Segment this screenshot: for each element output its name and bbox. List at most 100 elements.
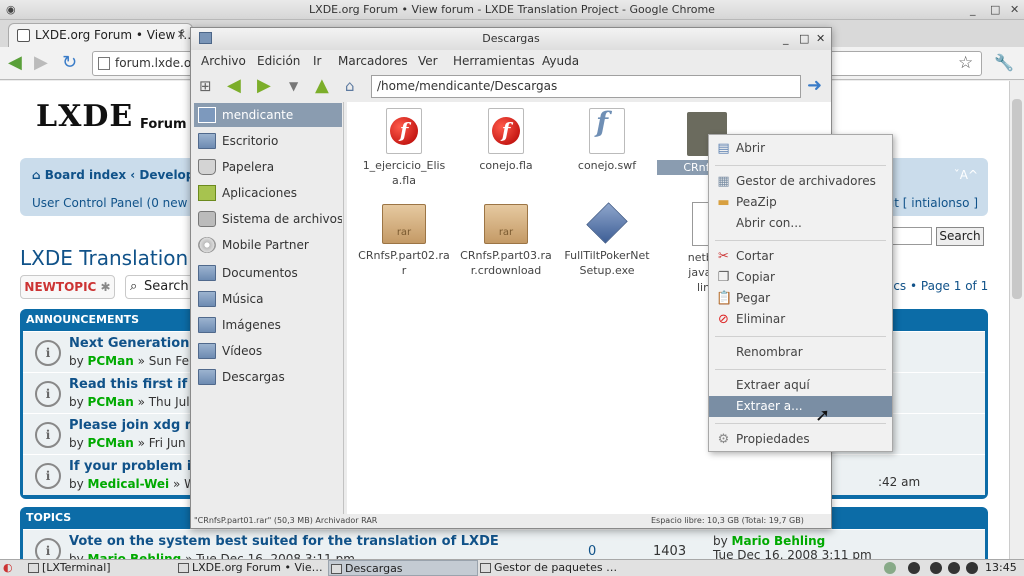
menu-item-renombrar[interactable]: Renombrar (709, 342, 892, 363)
browser-tab[interactable]: LXDE.org Forum • View f… ✕ (8, 23, 193, 47)
by-label: by (69, 354, 84, 368)
author-link[interactable]: PCMan (88, 436, 134, 450)
menu-item-label: Abrir (736, 141, 766, 155)
user-control-panel-link[interactable]: User Control Panel (0 new (32, 196, 187, 210)
menu-archivo[interactable]: Archivo (201, 51, 246, 71)
page-title[interactable]: LXDE Translation P (20, 246, 207, 270)
back-icon[interactable]: ◀ (227, 76, 241, 96)
forward-icon[interactable]: ▶ (34, 53, 48, 73)
go-icon[interactable]: ➜ (807, 76, 822, 96)
search-forum-input[interactable]: ⌕ Search (125, 275, 195, 299)
maximize-button[interactable]: □ (990, 0, 1000, 20)
menu-edicion[interactable]: Edición (257, 51, 300, 71)
logout-link[interactable]: out [ intialonso ] (879, 196, 978, 210)
tray-icon[interactable] (948, 562, 960, 574)
close-button[interactable]: ✕ (816, 28, 825, 50)
file-manager-titlebar: Descargas _ □ ✕ (191, 28, 831, 50)
clock[interactable]: 13:45 (985, 560, 1017, 576)
menu-item-extraer-aqu[interactable]: Extraer aquí (709, 375, 892, 396)
back-icon[interactable]: ◀ (8, 53, 22, 73)
file-item[interactable]: conejo.fla (456, 108, 556, 173)
maximize-button[interactable]: □ (799, 28, 809, 50)
path-bar[interactable]: /home/mendicante/Descargas (371, 75, 801, 98)
sidebar-item-m-sica[interactable]: Música (194, 287, 342, 311)
star-icon: ✱ (100, 280, 111, 294)
pagination[interactable]: ics • Page 1 of 1 (890, 279, 988, 293)
menu-ir[interactable]: Ir (313, 51, 321, 71)
sidebar-item-v-deos[interactable]: Vídeos (194, 339, 342, 363)
taskbar-button[interactable]: [LXTerminal] (26, 560, 176, 576)
author-link[interactable]: Medical-Wei (88, 477, 170, 491)
sidebar-item-sistema-de-archivos-d[interactable]: Sistema de archivos d (194, 207, 342, 231)
menu-ayuda[interactable]: Ayuda (542, 51, 579, 71)
menu-item-extraer-a[interactable]: Extraer a... (709, 396, 892, 417)
sidebar-item-mobile-partner[interactable]: Mobile Partner (194, 233, 342, 257)
page-scrollbar[interactable] (1009, 81, 1024, 559)
menu-item-gestor-de-archivadores[interactable]: ▦ Gestor de archivadores (709, 171, 892, 192)
file-name: CRnfsP.part02.ra r (354, 248, 454, 278)
topic-row[interactable]: i Vote on the system best suited for the … (23, 529, 985, 559)
menu-item-abrir-con[interactable]: Abrir con... (709, 213, 892, 234)
breadcrumb[interactable]: ⌂ Board index ‹ Developm (32, 168, 207, 182)
menu-item-peazip[interactable]: ▬ PeaZip (709, 192, 892, 213)
tray-icon[interactable] (930, 562, 942, 574)
menu-icon[interactable]: ◐ (3, 560, 13, 576)
sidebar-item-im-genes[interactable]: Imágenes (194, 313, 342, 337)
places-sidebar: mendicante Escritorio Papelera Aplicaciones… (192, 102, 344, 514)
tray-icon[interactable] (908, 562, 920, 574)
author-link[interactable]: PCMan (88, 395, 134, 409)
new-topic-button[interactable]: NEWTOPIC ✱ (20, 275, 115, 299)
menu-ver[interactable]: Ver (418, 51, 438, 71)
taskbar-button[interactable]: LXDE.org Forum • Vie… (176, 560, 326, 576)
drive-icon (198, 211, 216, 227)
taskbar-button[interactable]: Descargas (328, 560, 478, 576)
menu-item-abrir[interactable]: ▤ Abrir (709, 138, 892, 159)
tray-icon[interactable] (966, 562, 978, 574)
menu-item-copiar[interactable]: ❐ Copiar (709, 267, 892, 288)
sidebar-item-aplicaciones[interactable]: Aplicaciones (194, 181, 342, 205)
menu-item-cortar[interactable]: ✂ Cortar (709, 246, 892, 267)
forward-icon[interactable]: ▶ (257, 76, 271, 96)
wrench-icon[interactable]: 🔧 (994, 53, 1014, 72)
file-name-line: conejo.fla (479, 159, 533, 172)
last-author-link[interactable]: Mario Behling (732, 534, 826, 548)
menu-marcadores[interactable]: Marcadores (338, 51, 408, 71)
taskbar-button[interactable]: Gestor de paquetes … (478, 560, 628, 576)
bookmark-star-icon[interactable]: ☆ (958, 53, 973, 73)
scrollbar-thumb[interactable] (1012, 99, 1022, 299)
file-item[interactable]: CRnfsP.part02.ra r (354, 204, 454, 278)
copy-icon: ❐ (717, 270, 730, 285)
history-dropdown-icon[interactable]: ▼ (289, 76, 298, 96)
menu-item-pegar[interactable]: 📋 Pegar (709, 288, 892, 309)
tray-icon[interactable] (884, 562, 896, 574)
close-tab-icon[interactable]: ✕ (177, 24, 186, 46)
minimize-button[interactable]: _ (783, 28, 789, 50)
folder-icon (199, 32, 212, 44)
file-item[interactable]: 1_ejercicio_Elis a.fla (354, 108, 454, 188)
home-icon[interactable]: ⌂ (345, 76, 355, 96)
sidebar-item-escritorio[interactable]: Escritorio (194, 129, 342, 153)
window-icon (178, 563, 189, 573)
menu-item-propiedades[interactable]: ⚙ Propiedades (709, 429, 892, 450)
author-link[interactable]: Mario Behling (88, 552, 182, 559)
sidebar-item-papelera[interactable]: Papelera (194, 155, 342, 179)
file-item[interactable]: conejo.swf (557, 108, 657, 173)
lxde-logo[interactable]: LXDE (36, 99, 133, 134)
reload-icon[interactable]: ↻ (62, 53, 77, 73)
file-item[interactable]: FullTiltPokerNet Setup.exe (557, 202, 657, 278)
file-item[interactable]: CRnfsP.part03.ra r.crdownload (456, 204, 556, 278)
up-icon[interactable]: ▲ (315, 76, 329, 96)
sidebar-item-documentos[interactable]: Documentos (194, 261, 342, 285)
menu-herramientas[interactable]: Herramientas (453, 51, 535, 71)
font-size-control[interactable]: ˇA^ (954, 168, 978, 182)
author-link[interactable]: PCMan (88, 354, 134, 368)
new-tab-icon[interactable]: ⊞ (199, 76, 212, 96)
close-window-button[interactable]: ✕ (1010, 0, 1019, 20)
sidebar-item-mendicante[interactable]: mendicante (194, 103, 342, 127)
menu-item-eliminar[interactable]: ⊘ Eliminar (709, 309, 892, 330)
sidebar-item-descargas[interactable]: Descargas (194, 365, 342, 389)
by-label: by (69, 395, 84, 409)
topic-title-link[interactable]: Vote on the system best suited for the t… (69, 534, 499, 549)
minimize-button[interactable]: _ (970, 0, 976, 20)
search-button[interactable]: Search (936, 227, 984, 246)
